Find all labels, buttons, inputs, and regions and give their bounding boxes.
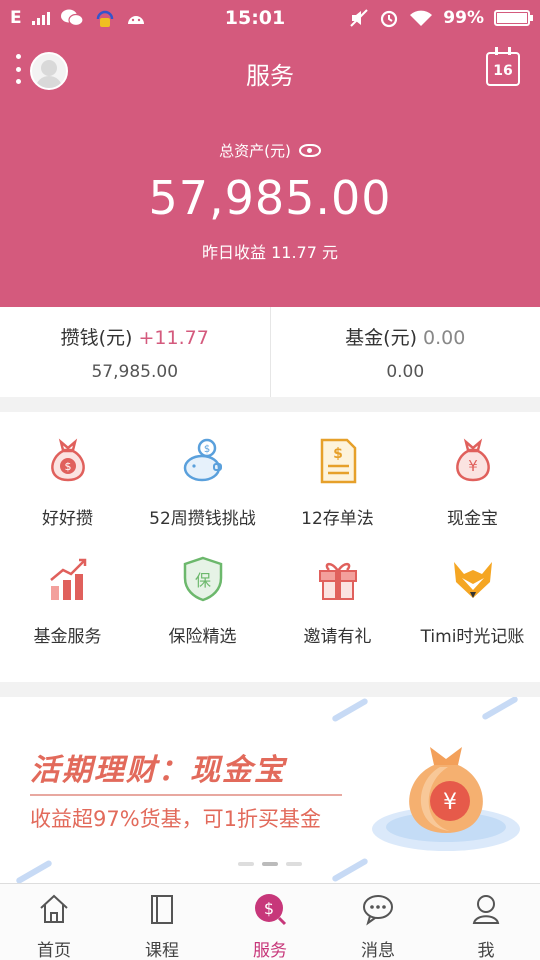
service-invite[interactable]: 邀请有礼	[270, 554, 405, 672]
yen-money-bag-icon: ¥	[372, 747, 520, 851]
gift-icon	[318, 562, 357, 600]
service-label: Timi时光记账	[420, 627, 525, 647]
services-grid: $ 好好攒 $ 52周攒钱挑战 $ 12存单法 ¥ 现金宝 基金服务 保 保险精…	[0, 412, 540, 682]
tab-me[interactable]: 我	[432, 884, 540, 960]
fund-amount: 0.00	[386, 362, 425, 382]
fund-label: 基金(元)	[345, 327, 417, 349]
banner-subtitle: 收益超97%货基，可1折买基金	[30, 807, 322, 831]
chat-icon	[363, 895, 393, 926]
eye-icon[interactable]	[298, 144, 321, 157]
person-icon	[472, 895, 500, 924]
tab-bar: 首页 课程 $ 服务 消息 我	[0, 883, 540, 960]
tab-courses[interactable]: 课程	[108, 884, 216, 960]
balance-row: 攒钱(元) +11.77 57,985.00 基金(元) 0.00 0.00	[0, 307, 540, 397]
service-label: 12存单法	[301, 509, 374, 529]
svg-text:保: 保	[194, 571, 210, 590]
insurance-shield-icon: 保	[183, 556, 222, 602]
calendar-icon[interactable]: 16	[486, 47, 520, 86]
fox-icon	[453, 562, 492, 598]
service-label: 52周攒钱挑战	[149, 509, 256, 529]
tab-label: 我	[477, 941, 495, 960]
svg-text:$: $	[264, 899, 274, 918]
book-icon	[151, 895, 173, 924]
tab-home[interactable]: 首页	[0, 884, 108, 960]
banner-title: 活期理财：现金宝	[30, 753, 286, 788]
status-bar: E 15:01 99%	[0, 0, 540, 36]
banner-divider	[30, 794, 342, 796]
service-haohaozan[interactable]: $ 好好攒	[0, 436, 135, 554]
promo-banner[interactable]: 活期理财：现金宝 收益超97%货基，可1折买基金 ¥	[0, 697, 540, 883]
home-icon	[40, 894, 68, 923]
clock: 15:01	[224, 7, 286, 29]
calendar-day: 16	[493, 63, 513, 79]
growth-chart-icon	[49, 558, 86, 600]
total-assets-label: 总资产(元)	[219, 142, 291, 160]
savings-change: +11.77	[138, 327, 209, 349]
tab-label: 首页	[37, 941, 71, 960]
service-label: 保险精选	[168, 627, 237, 647]
battery-icon	[494, 10, 533, 26]
service-label: 现金宝	[447, 509, 498, 529]
money-bag-icon: $	[50, 438, 85, 482]
mute-icon	[350, 9, 369, 27]
tab-services[interactable]: $ 服务	[216, 884, 324, 960]
total-assets: 总资产(元) 57,985.00 昨日收益 11.77 元	[0, 140, 540, 263]
savings-balance[interactable]: 攒钱(元) +11.77 57,985.00	[0, 307, 270, 397]
headset-app-icon	[96, 10, 113, 27]
service-12-deposit[interactable]: $ 12存单法	[270, 436, 405, 554]
nav-bar: 服务 16	[0, 36, 540, 106]
service-label: 邀请有礼	[303, 627, 372, 647]
yen-bag-icon: ¥	[455, 438, 490, 482]
svg-text:$: $	[333, 446, 343, 462]
svg-text:¥: ¥	[468, 457, 478, 475]
receipt-icon: $	[320, 438, 356, 484]
service-timi[interactable]: Timi时光记账	[405, 554, 540, 672]
wechat-icon	[60, 9, 84, 27]
service-insurance[interactable]: 保 保险精选	[135, 554, 270, 672]
tab-label: 课程	[145, 941, 179, 960]
service-cash-treasure[interactable]: ¥ 现金宝	[405, 436, 540, 554]
android-icon	[127, 16, 144, 24]
svg-text:$: $	[64, 460, 71, 473]
savings-amount: 57,985.00	[91, 362, 179, 382]
piggy-bank-icon: $	[183, 438, 222, 482]
carousel-dots	[0, 862, 540, 866]
service-coin-icon: $	[255, 894, 287, 926]
page-title: 服务	[246, 62, 294, 90]
svg-text:¥: ¥	[443, 790, 457, 815]
service-fund[interactable]: 基金服务	[0, 554, 135, 672]
service-52-week-challenge[interactable]: $ 52周攒钱挑战	[135, 436, 270, 554]
battery-percent: 99%	[443, 8, 484, 28]
yesterday-income: 昨日收益 11.77 元	[202, 243, 338, 262]
service-label: 基金服务	[33, 627, 102, 647]
svg-text:$: $	[203, 444, 209, 455]
savings-label: 攒钱(元)	[60, 327, 133, 349]
fund-balance[interactable]: 基金(元) 0.00 0.00	[269, 307, 540, 397]
signal-icon	[31, 11, 50, 25]
service-label: 好好攒	[42, 509, 93, 529]
header: E 15:01 99% 服务 16 总资产(元) 57,985.00 昨日收益 …	[0, 0, 540, 307]
tab-label: 服务	[253, 941, 287, 960]
fund-change: 0.00	[423, 327, 466, 349]
network-type: E	[10, 8, 22, 28]
total-assets-amount: 57,985.00	[148, 171, 392, 225]
alarm-icon	[381, 10, 398, 28]
tab-messages[interactable]: 消息	[324, 884, 432, 960]
tab-label: 消息	[361, 941, 395, 960]
wifi-icon	[410, 10, 433, 26]
